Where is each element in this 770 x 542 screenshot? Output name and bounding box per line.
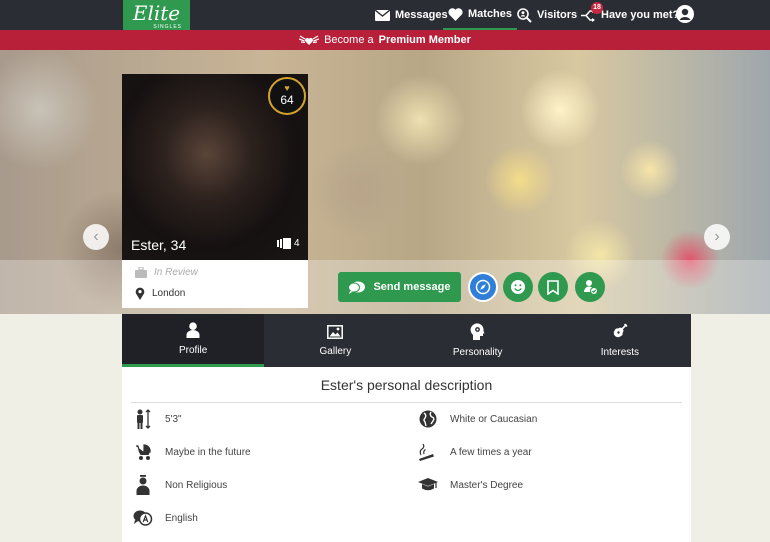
location-pin-icon xyxy=(135,287,145,300)
envelope-icon xyxy=(375,9,390,21)
smile-button[interactable] xyxy=(503,272,533,302)
attribute-religion: Non Religious xyxy=(132,475,227,495)
user-avatar-icon[interactable] xyxy=(676,5,694,23)
promo-bold: Premium Member xyxy=(378,34,471,46)
location-text: London xyxy=(152,288,186,299)
nav-messages[interactable]: Messages xyxy=(375,0,448,30)
cigarette-icon xyxy=(419,443,434,461)
compass-icon xyxy=(475,279,491,295)
tab-gallery-label: Gallery xyxy=(319,345,352,357)
send-message-label: Send message xyxy=(373,281,451,293)
profile-tabs: Profile Gallery Personality Interests xyxy=(122,314,691,367)
compatibility-score-badge: ♥ 64 xyxy=(268,77,306,115)
next-profile-arrow[interactable]: › xyxy=(704,224,730,250)
photo-count-value: 4 xyxy=(294,238,300,249)
attribute-education: Master's Degree xyxy=(417,475,523,495)
image-icon xyxy=(327,324,344,339)
nav-visitors-label: Visitors xyxy=(537,9,578,21)
person-check-button[interactable] xyxy=(575,272,605,302)
tab-profile-label: Profile xyxy=(178,345,208,356)
nav-visitors[interactable]: Visitors xyxy=(517,0,577,30)
promo-prefix: Become a xyxy=(324,34,374,46)
bookmark-button[interactable] xyxy=(538,272,568,302)
heart-icon xyxy=(448,7,463,21)
person-check-icon xyxy=(583,280,598,295)
photo-count[interactable]: 4 xyxy=(277,238,300,249)
review-status: In Review xyxy=(154,267,198,278)
personal-description-panel: Ester's personal description 5'3" Maybe … xyxy=(122,367,691,542)
education-value: Master's Degree xyxy=(450,479,524,491)
nav-have-you-met-label: Have you met? xyxy=(601,9,680,21)
stroller-icon xyxy=(136,444,151,460)
briefcase-icon xyxy=(135,267,147,278)
attribute-height: 5'3" xyxy=(132,409,182,429)
send-message-button[interactable]: Send message xyxy=(338,272,461,302)
tab-profile[interactable]: Profile xyxy=(122,314,265,367)
graduation-cap-icon xyxy=(418,478,438,491)
logo-text: Elite xyxy=(132,1,181,25)
smile-icon xyxy=(511,280,525,294)
tab-interests[interactable]: Interests xyxy=(549,314,691,367)
religion-icon xyxy=(136,475,150,495)
nav-matches-label: Matches xyxy=(468,8,513,20)
tab-gallery[interactable]: Gallery xyxy=(264,314,406,367)
attribute-ethnicity: White or Caucasian xyxy=(417,409,537,429)
photo-stack-icon xyxy=(277,238,291,249)
person-icon xyxy=(186,322,200,338)
heart-arrow-icon: ♥ xyxy=(284,83,290,93)
profile-info-card: In Review London xyxy=(122,260,308,308)
height-icon xyxy=(137,409,151,429)
tab-personality[interactable]: Personality xyxy=(407,314,549,367)
tab-interests-label: Interests xyxy=(600,347,640,358)
nav-messages-label: Messages xyxy=(395,9,448,21)
title-divider xyxy=(131,402,682,403)
ethnicity-value: White or Caucasian xyxy=(450,413,538,425)
magnifier-person-icon xyxy=(517,7,532,23)
attribute-language: English xyxy=(132,508,198,528)
guitar-icon xyxy=(614,323,628,338)
language-icon xyxy=(133,510,153,526)
smoking-value: A few times a year xyxy=(450,446,532,458)
notification-badge: 18 xyxy=(591,2,603,14)
height-value: 5'3" xyxy=(165,413,182,425)
previous-profile-arrow[interactable]: ‹ xyxy=(83,224,109,250)
globe-icon xyxy=(419,410,437,428)
compass-button[interactable] xyxy=(468,272,498,302)
status-row: In Review xyxy=(135,267,198,278)
compatibility-score: 64 xyxy=(280,93,294,107)
religion-value: Non Religious xyxy=(165,479,228,491)
profile-name-age: Ester, 34 xyxy=(131,237,187,253)
chat-bubbles-icon xyxy=(348,281,366,294)
nav-matches[interactable]: Matches xyxy=(443,0,518,30)
language-value: English xyxy=(165,512,198,524)
tab-personality-label: Personality xyxy=(452,347,503,358)
bookmark-icon xyxy=(547,279,559,295)
premium-promo-banner[interactable]: Become a Premium Member xyxy=(0,30,770,50)
head-gear-icon xyxy=(470,323,485,340)
winged-heart-icon xyxy=(299,35,320,45)
location-row: London xyxy=(135,287,185,300)
description-title: Ester's personal description xyxy=(320,377,493,393)
attribute-children: Maybe in the future xyxy=(132,442,251,462)
children-value: Maybe in the future xyxy=(165,446,251,458)
attribute-smoking: A few times a year xyxy=(417,442,532,462)
